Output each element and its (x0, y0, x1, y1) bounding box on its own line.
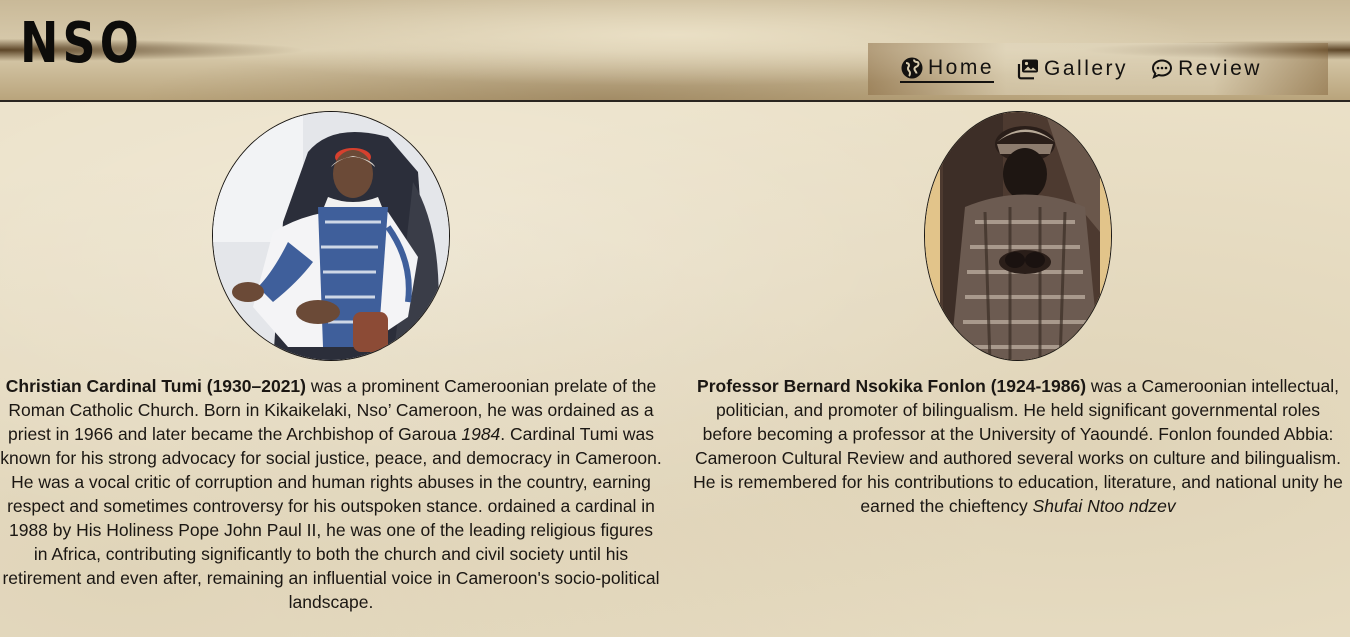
fonlon-name: Professor Bernard Nsokika Fonlon (1924-1… (697, 376, 1087, 396)
fonlon-bio: Professor Bernard Nsokika Fonlon (1924-1… (692, 374, 1344, 518)
nav-home-label: Home (928, 55, 995, 79)
images-icon (1017, 59, 1039, 80)
main-nav: Home Gallery Review (868, 43, 1328, 95)
tumi-portrait-illustration (213, 112, 449, 360)
fonlon-bio-italic: Shufai Ntoo ndzev (1032, 496, 1176, 516)
tumi-bio: Christian Cardinal Tumi (1930–2021) was … (0, 374, 662, 614)
nav-home-link[interactable]: Home (900, 55, 995, 83)
nav-review-link[interactable]: Review (1150, 57, 1262, 81)
nav-gallery-link[interactable]: Gallery (1016, 57, 1128, 81)
nav-review-label: Review (1178, 57, 1262, 80)
fonlon-bio-text-1: was a Cameroonian intellectual, politici… (693, 376, 1343, 516)
tumi-name: Christian Cardinal Tumi (1930–2021) (5, 376, 306, 396)
globe-icon (901, 57, 923, 78)
site-header: NSO Home Gallery Review (0, 0, 1350, 102)
fonlon-portrait-illustration (925, 112, 1111, 360)
chat-bubble-icon (1152, 59, 1173, 79)
tumi-bio-text-2: . Cardinal Tumi was known for his strong… (0, 424, 662, 612)
nav-gallery-label: Gallery (1044, 57, 1129, 80)
fonlon-portrait-image (924, 111, 1112, 361)
site-logo[interactable]: NSO (20, 16, 143, 72)
tumi-portrait-image (212, 111, 450, 361)
tumi-bio-italic: 1984 (461, 424, 501, 444)
